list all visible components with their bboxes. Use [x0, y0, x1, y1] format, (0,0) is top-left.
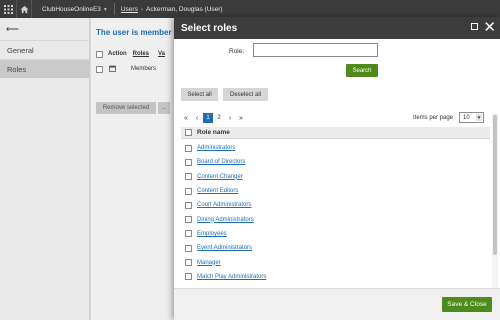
- breadcrumb-separator-icon: ›: [140, 5, 144, 13]
- role-link[interactable]: Event Administrators: [197, 245, 252, 251]
- page-1-button[interactable]: 1: [203, 113, 213, 123]
- previous-page-icon[interactable]: ‹: [192, 115, 202, 122]
- top-bar: ClubHouseOnlineE3 ▼ Users › Ackerman, Dougl…: [0, 0, 500, 18]
- page-2-button[interactable]: 2: [214, 115, 224, 121]
- deselect-all-button[interactable]: Deselect all: [223, 88, 268, 101]
- column-va[interactable]: Va: [158, 51, 165, 57]
- roles-grid-header: Role name: [181, 127, 490, 139]
- breadcrumb: Users › Ackerman, Douglas (User): [121, 6, 223, 13]
- divider: [113, 3, 115, 15]
- dialog-footer: Save & Close: [174, 288, 500, 320]
- scrollbar-thumb[interactable]: [493, 115, 497, 255]
- home-icon[interactable]: [16, 0, 32, 18]
- role-filter-input[interactable]: [253, 43, 378, 57]
- role-link[interactable]: Dining Administrators: [197, 217, 254, 223]
- role-checkbox[interactable]: [185, 273, 192, 281]
- select-all-checkbox[interactable]: [96, 50, 103, 58]
- select-roles-dialog: Select roles ✕ Role: Search Select all D…: [174, 17, 500, 320]
- roles-grid: Administrators Board of Directors Conten…: [181, 141, 490, 284]
- row-checkbox[interactable]: [96, 65, 103, 73]
- breadcrumb-link-users[interactable]: Users: [121, 6, 138, 13]
- dialog-scrollbar[interactable]: [492, 113, 498, 304]
- back-arrow-icon[interactable]: ⟵: [0, 18, 89, 40]
- list-item: Content Changer: [181, 170, 490, 184]
- role-link[interactable]: Match Play Administrators: [197, 274, 266, 280]
- last-page-icon[interactable]: »: [236, 115, 246, 122]
- table-row: Members: [96, 62, 156, 76]
- roles-table-header: Action Roles Va: [96, 47, 165, 61]
- dialog-header: Select roles ✕: [174, 17, 500, 39]
- role-checkbox[interactable]: [185, 216, 192, 224]
- role-checkbox[interactable]: [185, 144, 192, 152]
- role-filter-label: Role:: [229, 48, 245, 55]
- chevron-down-icon: ▼: [102, 6, 108, 13]
- list-item: Administrators: [181, 141, 490, 155]
- maximize-icon[interactable]: [471, 23, 478, 30]
- nav-item-general[interactable]: General: [0, 40, 89, 59]
- breadcrumb-current: Ackerman, Douglas (User): [146, 5, 223, 13]
- role-checkbox[interactable]: [185, 173, 192, 181]
- calendar-icon[interactable]: [109, 65, 116, 74]
- chevron-down-icon: ▼: [476, 114, 482, 121]
- page-heading: The user is member o: [96, 28, 179, 37]
- remove-selected-button[interactable]: Remove selected: [96, 102, 156, 114]
- dialog-title: Select roles: [181, 22, 238, 34]
- list-item: Event Administrators: [181, 241, 490, 255]
- role-checkbox[interactable]: [185, 201, 192, 209]
- role-checkbox[interactable]: [185, 158, 192, 166]
- site-selector[interactable]: ClubHouseOnlineE3 ▼: [42, 6, 108, 13]
- first-page-icon[interactable]: «: [181, 115, 191, 122]
- close-icon[interactable]: ✕: [483, 18, 496, 38]
- list-item: Board of Directors: [181, 155, 490, 169]
- role-checkbox[interactable]: [185, 259, 192, 267]
- list-item: Employees: [181, 227, 490, 241]
- left-nav: ⟵ General Roles: [0, 18, 90, 320]
- items-per-page-value: 10: [463, 114, 470, 121]
- list-item: Manager: [181, 255, 490, 269]
- search-button[interactable]: Search: [346, 64, 378, 77]
- list-item: Dining Administrators: [181, 212, 490, 226]
- column-roles[interactable]: Roles: [133, 51, 149, 57]
- role-checkbox[interactable]: [185, 187, 192, 195]
- next-page-icon[interactable]: ›: [225, 115, 235, 122]
- role-link[interactable]: Board of Directors: [197, 159, 245, 165]
- column-action: Action: [108, 51, 127, 57]
- app-grid-icon[interactable]: [0, 0, 16, 18]
- more-options-button[interactable]: ...: [158, 102, 170, 114]
- select-all-button[interactable]: Select all: [181, 88, 218, 101]
- list-item: Match Play Administrators: [181, 270, 490, 284]
- save-close-button[interactable]: Save & Close: [442, 297, 492, 312]
- role-link[interactable]: Administrators: [197, 145, 235, 151]
- role-link[interactable]: Content Editors: [197, 188, 238, 194]
- role-checkbox[interactable]: [185, 230, 192, 238]
- role-link[interactable]: Manager: [197, 260, 221, 266]
- role-link[interactable]: Court Administrators: [197, 202, 251, 208]
- role-link[interactable]: Employees: [197, 231, 227, 237]
- grid-select-all-checkbox[interactable]: [185, 129, 192, 136]
- list-item: Court Administrators: [181, 198, 490, 212]
- column-role-name: Role name: [197, 129, 230, 136]
- list-item: Content Editors: [181, 184, 490, 198]
- items-per-page-label: Items per page: [413, 115, 454, 121]
- pager: « ‹ 1 2 › »: [181, 113, 247, 123]
- role-name-cell: Members: [131, 66, 157, 72]
- nav-item-roles[interactable]: Roles: [0, 59, 89, 78]
- role-link[interactable]: Content Changer: [197, 174, 243, 180]
- items-per-page-select[interactable]: 10 ▼: [459, 112, 484, 123]
- role-checkbox[interactable]: [185, 244, 192, 252]
